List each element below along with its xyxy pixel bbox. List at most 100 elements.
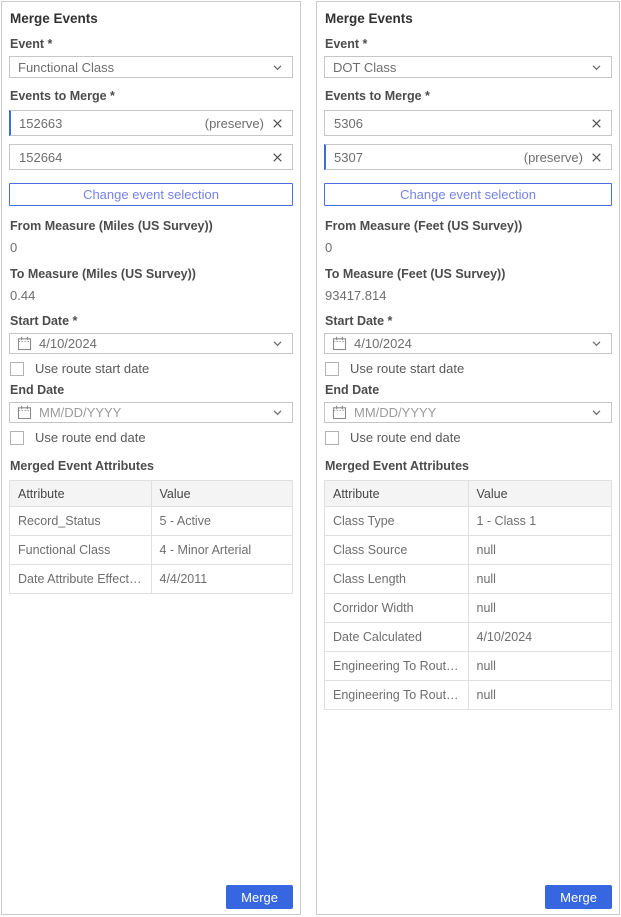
merged-event-attributes-heading: Merged Event Attributes	[10, 459, 293, 474]
table-row: Class Type 1 - Class 1	[325, 507, 612, 536]
value-column-header: Value	[468, 481, 612, 507]
event-select[interactable]: DOT Class	[324, 56, 612, 78]
use-route-end-date-label: Use route end date	[350, 430, 461, 445]
end-date-input[interactable]: MM/DD/YYYY	[324, 402, 612, 423]
value-column-header: Value	[151, 481, 293, 507]
use-route-start-date-checkbox[interactable]	[325, 362, 339, 376]
value-cell: null	[468, 565, 612, 594]
start-date-label: Start Date *	[10, 314, 293, 329]
merge-button[interactable]: Merge	[226, 885, 293, 909]
attribute-column-header: Attribute	[10, 481, 152, 507]
table-header-row: Attribute Value	[325, 481, 612, 507]
merge-events-panel-left: Merge Events Event * Functional Class Ev…	[1, 1, 301, 915]
use-route-end-date-checkbox[interactable]	[325, 431, 339, 445]
value-cell: null	[468, 594, 612, 623]
merge-button[interactable]: Merge	[545, 885, 612, 909]
end-date-input[interactable]: MM/DD/YYYY	[9, 402, 293, 423]
events-to-merge-label: Events to Merge *	[325, 89, 612, 104]
use-route-start-date-label: Use route start date	[35, 361, 149, 376]
attribute-cell: Class Type	[325, 507, 469, 536]
end-date-placeholder: MM/DD/YYYY	[354, 405, 590, 420]
use-route-end-date-row: Use route end date	[10, 430, 293, 445]
value-cell: 4/10/2024	[468, 623, 612, 652]
attribute-cell: Engineering To RouteID	[325, 652, 469, 681]
chevron-down-icon	[271, 61, 284, 74]
start-date-value: 4/10/2024	[39, 336, 271, 351]
event-id-value: 152663	[19, 116, 205, 131]
use-route-end-date-row: Use route end date	[325, 430, 612, 445]
event-id-value: 152664	[19, 150, 271, 165]
attribute-cell: Class Source	[325, 536, 469, 565]
value-cell: null	[468, 681, 612, 710]
event-to-merge-input[interactable]: 152663 (preserve)	[9, 110, 293, 136]
to-measure-label: To Measure (Feet (US Survey))	[325, 267, 612, 282]
start-date-input[interactable]: 4/10/2024	[9, 333, 293, 354]
merged-attributes-table: Attribute Value Class Type 1 - Class 1 C…	[324, 480, 612, 710]
attribute-cell: Record_Status	[10, 507, 152, 536]
calendar-icon	[332, 405, 347, 420]
table-row: Engineering To RouteID null	[325, 652, 612, 681]
use-route-end-date-checkbox[interactable]	[10, 431, 24, 445]
event-label: Event *	[10, 37, 293, 52]
value-cell: 1 - Class 1	[468, 507, 612, 536]
use-route-start-date-label: Use route start date	[350, 361, 464, 376]
attribute-cell: Date Attribute Effective	[10, 565, 152, 594]
calendar-icon	[332, 336, 347, 351]
to-measure-value: 0.44	[10, 288, 293, 303]
event-to-merge-input[interactable]: 5306	[324, 110, 612, 136]
remove-event-icon[interactable]	[590, 117, 603, 130]
event-to-merge-input[interactable]: 152664	[9, 144, 293, 170]
attribute-cell: Functional Class	[10, 536, 152, 565]
value-cell: 5 - Active	[151, 507, 293, 536]
event-id-value: 5307	[334, 150, 524, 165]
end-date-label: End Date	[325, 383, 612, 398]
from-measure-label: From Measure (Miles (US Survey))	[10, 219, 293, 234]
event-select-value: Functional Class	[18, 60, 271, 75]
from-measure-label: From Measure (Feet (US Survey))	[325, 219, 612, 234]
end-date-label: End Date	[10, 383, 293, 398]
table-header-row: Attribute Value	[10, 481, 293, 507]
value-cell: null	[468, 536, 612, 565]
from-measure-value: 0	[325, 240, 612, 255]
event-label: Event *	[325, 37, 612, 52]
merged-attributes-table: Attribute Value Record_Status 5 - Active…	[9, 480, 293, 594]
panel-title: Merge Events	[10, 11, 293, 27]
from-measure-value: 0	[10, 240, 293, 255]
event-to-merge-input[interactable]: 5307 (preserve)	[324, 144, 612, 170]
table-row: Class Length null	[325, 565, 612, 594]
change-event-selection-button[interactable]: Change event selection	[324, 183, 612, 206]
preserve-badge: (preserve)	[205, 116, 264, 131]
remove-event-icon[interactable]	[590, 151, 603, 164]
use-route-end-date-label: Use route end date	[35, 430, 146, 445]
start-date-label: Start Date *	[325, 314, 612, 329]
event-select[interactable]: Functional Class	[9, 56, 293, 78]
attribute-column-header: Attribute	[325, 481, 469, 507]
remove-event-icon[interactable]	[271, 117, 284, 130]
value-cell: null	[468, 652, 612, 681]
value-cell: 4/4/2011	[151, 565, 293, 594]
table-row: Engineering To Route ... null	[325, 681, 612, 710]
start-date-input[interactable]: 4/10/2024	[324, 333, 612, 354]
attribute-cell: Date Calculated	[325, 623, 469, 652]
use-route-start-date-checkbox[interactable]	[10, 362, 24, 376]
chevron-down-icon	[271, 406, 284, 419]
chevron-down-icon	[590, 61, 603, 74]
remove-event-icon[interactable]	[271, 151, 284, 164]
change-event-selection-button[interactable]: Change event selection	[9, 183, 293, 206]
chevron-down-icon	[271, 337, 284, 350]
use-route-start-date-row: Use route start date	[325, 361, 612, 376]
attribute-cell: Corridor Width	[325, 594, 469, 623]
to-measure-value: 93417.814	[325, 288, 612, 303]
calendar-icon	[17, 336, 32, 351]
table-row: Record_Status 5 - Active	[10, 507, 293, 536]
table-row: Date Attribute Effective 4/4/2011	[10, 565, 293, 594]
attribute-cell: Class Length	[325, 565, 469, 594]
event-select-value: DOT Class	[333, 60, 590, 75]
table-row: Corridor Width null	[325, 594, 612, 623]
preserve-badge: (preserve)	[524, 150, 583, 165]
value-cell: 4 - Minor Arterial	[151, 536, 293, 565]
event-id-value: 5306	[334, 116, 590, 131]
start-date-value: 4/10/2024	[354, 336, 590, 351]
merged-event-attributes-heading: Merged Event Attributes	[325, 459, 612, 474]
attribute-cell: Engineering To Route ...	[325, 681, 469, 710]
